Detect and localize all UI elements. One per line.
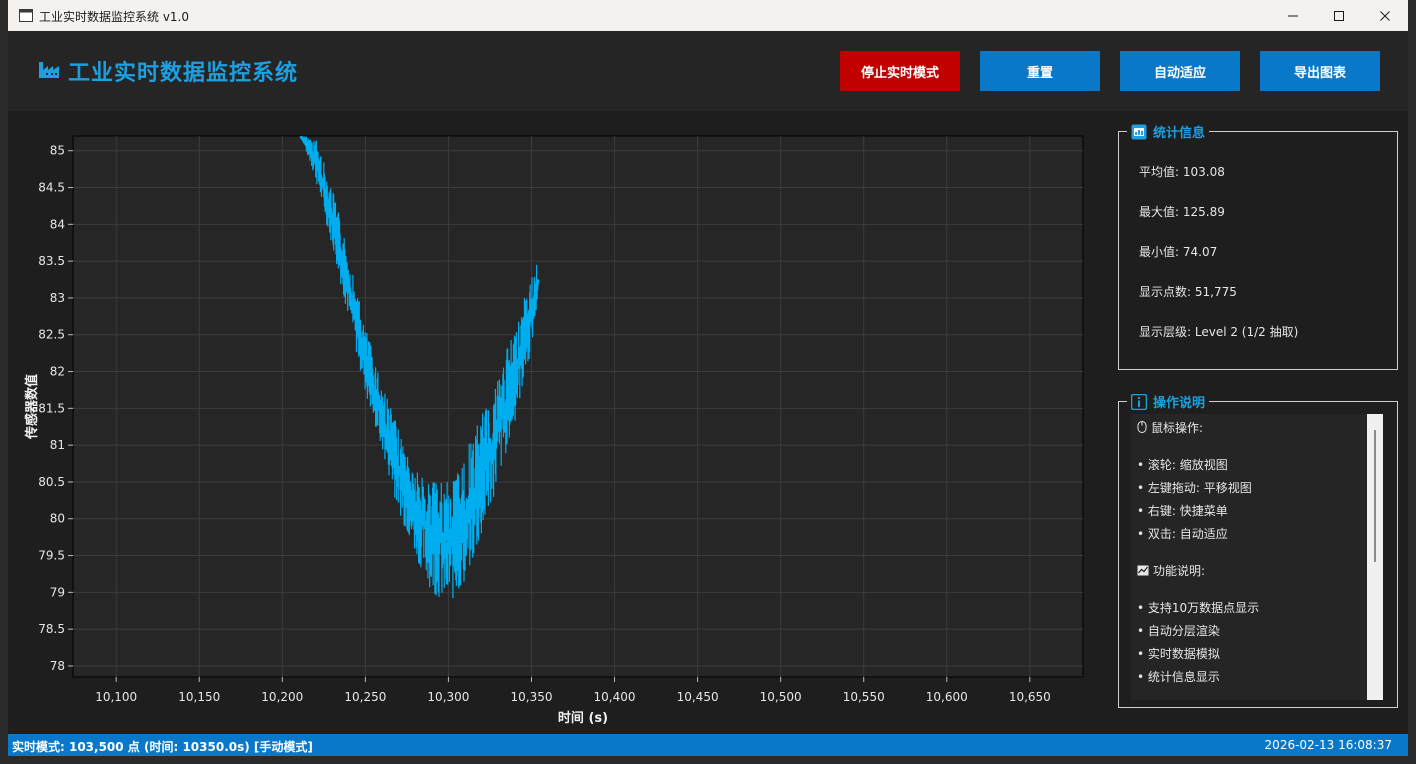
feature-heading: 功能说明: <box>1137 562 1205 579</box>
y-tick-label: 79.5 <box>38 549 65 563</box>
help-group: 操作说明 鼠标操作: • 滚轮: 缩放视图 • 左键拖动: 平移视图 • 右键:… <box>1118 392 1398 708</box>
background-window-strip <box>0 0 8 764</box>
mouse-heading: 鼠标操作: <box>1137 419 1203 436</box>
close-button[interactable] <box>1362 0 1408 31</box>
chart-box-icon <box>1131 124 1147 139</box>
stop-realtime-button[interactable]: 停止实时模式 <box>840 51 960 91</box>
stat-max: 最大值: 125.89 <box>1139 205 1225 219</box>
x-tick-label: 10,450 <box>677 690 719 704</box>
help-item: • 左键拖动: 平移视图 <box>1137 481 1252 495</box>
help-title: 操作说明 <box>1127 392 1210 411</box>
stat-average: 平均值: 103.08 <box>1139 165 1225 179</box>
x-axis-label: 时间 (s) <box>558 710 608 726</box>
y-tick-label: 83 <box>50 291 65 305</box>
minimize-button[interactable] <box>1270 0 1316 31</box>
y-axis-label: 传感器数值 <box>24 374 40 440</box>
app-icon <box>19 9 33 22</box>
stats-title-label: 统计信息 <box>1153 126 1206 141</box>
stat-display-level: 显示层级: Level 2 (1/2 抽取) <box>1139 325 1299 339</box>
info-icon <box>1131 393 1147 410</box>
close-icon <box>1380 10 1390 21</box>
chart-line-icon <box>1137 565 1149 576</box>
stats-title: 统计信息 <box>1127 122 1210 141</box>
sensor-chart[interactable]: 10,100 10,150 10,200 10,250 10,300 10,350 10,4… <box>8 111 1106 734</box>
y-tick-label: 85 <box>50 144 65 158</box>
app-header: 工业实时数据监控系统 停止实时模式 重置 自动适应 导出图表 <box>8 31 1408 111</box>
y-tick-label: 80.5 <box>38 475 65 489</box>
y-tick-label: 84.5 <box>38 181 65 195</box>
x-tick-label: 10,550 <box>843 690 885 704</box>
x-tick-label: 10,500 <box>760 690 802 704</box>
y-tick-label: 80 <box>50 512 65 526</box>
help-item: • 滚轮: 缩放视图 <box>1137 458 1228 472</box>
main-window: 工业实时数据监控系统 v1.0 工业实时数据监控系统 停止实时模式 重置 自动适… <box>8 0 1408 764</box>
side-panel: 统计信息 平均值: 103.08 最大值: 125.89 最小值: 74.07 … <box>1106 111 1408 734</box>
y-tick-label: 78.5 <box>38 622 65 636</box>
mouse-heading-label: 鼠标操作: <box>1151 421 1204 435</box>
help-text-area[interactable]: 鼠标操作: • 滚轮: 缩放视图 • 左键拖动: 平移视图 • 右键: 快捷菜单… <box>1131 414 1383 700</box>
y-tick-label: 81 <box>50 438 65 452</box>
scrollbar-thumb[interactable] <box>1374 430 1376 562</box>
app-title: 工业实时数据监控系统 <box>68 61 299 86</box>
reset-button[interactable]: 重置 <box>980 51 1100 91</box>
help-item: • 统计信息显示 <box>1137 670 1220 684</box>
maximize-button[interactable] <box>1316 0 1362 31</box>
x-tick-label: 10,600 <box>926 690 968 704</box>
x-tick-label: 10,100 <box>95 690 137 704</box>
minimize-icon <box>1288 15 1298 16</box>
y-tick-label: 81.5 <box>38 401 65 415</box>
status-bar: 实时模式: 103,500 点 (时间: 10350.0s) [手动模式] 20… <box>8 734 1408 756</box>
feature-heading-label: 功能说明: <box>1153 564 1206 578</box>
help-item: • 自动分层渲染 <box>1137 624 1220 638</box>
help-item: • 实时数据模拟 <box>1137 647 1220 661</box>
status-text: 实时模式: 103,500 点 (时间: 10350.0s) [手动模式] <box>12 740 313 754</box>
y-tick-label: 84 <box>50 217 65 231</box>
help-item: • 支持10万数据点显示 <box>1137 601 1260 615</box>
help-title-label: 操作说明 <box>1153 396 1206 411</box>
y-tick-label: 79 <box>50 585 65 599</box>
help-item: • 右键: 快捷菜单 <box>1137 504 1228 518</box>
x-tick-label: 10,300 <box>427 690 469 704</box>
x-tick-label: 10,200 <box>261 690 303 704</box>
x-tick-label: 10,400 <box>594 690 636 704</box>
y-tick-label: 78 <box>50 659 65 673</box>
help-item: • 双击: 自动适应 <box>1137 527 1228 541</box>
stat-min: 最小值: 74.07 <box>1139 245 1218 259</box>
export-chart-button[interactable]: 导出图表 <box>1260 51 1380 91</box>
help-scrollbar[interactable] <box>1367 414 1383 700</box>
y-tick-label: 82.5 <box>38 328 65 342</box>
auto-fit-button[interactable]: 自动适应 <box>1120 51 1240 91</box>
title-bar[interactable]: 工业实时数据监控系统 v1.0 <box>8 0 1408 31</box>
mouse-icon <box>1137 421 1147 433</box>
y-tick-label: 82 <box>50 365 65 379</box>
status-timestamp: 2026-02-13 16:08:37 <box>1264 738 1392 752</box>
stat-point-count: 显示点数: 51,775 <box>1139 285 1237 299</box>
x-tick-label: 10,650 <box>1009 690 1051 704</box>
x-tick-label: 10,150 <box>178 690 220 704</box>
chart-area[interactable]: 10,100 10,150 10,200 10,250 10,300 10,350 10,4… <box>8 111 1106 734</box>
maximize-icon <box>1334 10 1344 21</box>
plot-background <box>72 135 1084 678</box>
y-tick-label: 83.5 <box>38 254 65 268</box>
background-window-strip-right <box>1408 0 1416 764</box>
x-tick-label: 10,350 <box>510 690 552 704</box>
background-window-strip-bottom <box>8 756 1408 764</box>
window-title: 工业实时数据监控系统 v1.0 <box>39 10 190 24</box>
stats-group: 统计信息 平均值: 103.08 最大值: 125.89 最小值: 74.07 … <box>1118 122 1398 370</box>
factory-icon <box>39 62 59 78</box>
x-tick-label: 10,250 <box>344 690 386 704</box>
